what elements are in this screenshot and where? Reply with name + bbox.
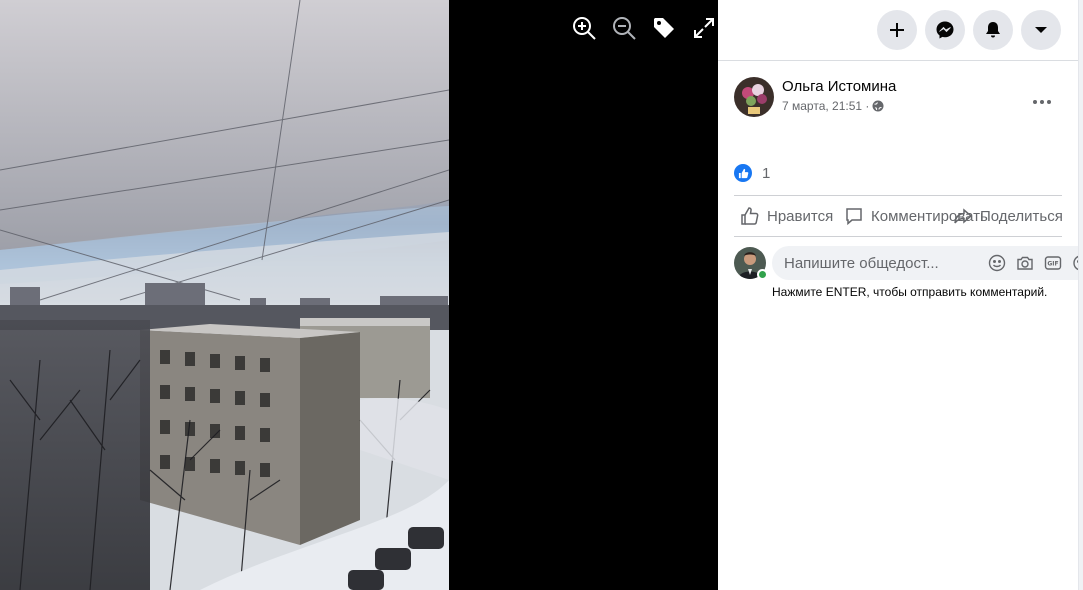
fullscreen-icon[interactable]: [690, 14, 718, 42]
post-options-button[interactable]: [1028, 88, 1056, 116]
scrollbar[interactable]: [1078, 0, 1083, 590]
tag-icon[interactable]: [650, 14, 678, 42]
messenger-icon: [936, 21, 954, 39]
comment-input[interactable]: [784, 254, 983, 272]
author-name[interactable]: Ольга Истомина: [782, 78, 896, 95]
top-navigation: [718, 0, 1078, 61]
share-label: Поделиться: [980, 207, 1063, 225]
share-icon: [954, 208, 973, 224]
like-reaction-icon: [734, 164, 752, 182]
comment-icon: [846, 208, 862, 226]
thumbs-up-icon: [741, 207, 759, 225]
current-user-avatar[interactable]: [734, 247, 768, 280]
post-header: Ольга Истомина 7 марта, 21:51 ·: [718, 61, 1078, 141]
photo-button[interactable]: [1011, 249, 1039, 277]
reaction-count: 1: [762, 164, 771, 182]
gif-button[interactable]: GIF: [1039, 249, 1067, 277]
post-actions: Нравится Комментировать Поделиться: [734, 196, 1074, 236]
divider: [734, 236, 1062, 237]
emoji-button[interactable]: [983, 249, 1011, 277]
online-status-indicator: [757, 269, 768, 280]
create-button[interactable]: [877, 10, 917, 50]
author-avatar[interactable]: [734, 77, 774, 117]
comment-input-box: GIF: [772, 246, 1083, 280]
more-horizontal-icon: [1033, 100, 1051, 104]
like-button[interactable]: Нравится: [740, 206, 833, 226]
emoji-icon: [988, 254, 1006, 272]
viewer-toolbar: [570, 14, 718, 42]
zoom-in-icon[interactable]: [570, 14, 598, 42]
globe-icon: [872, 100, 884, 112]
svg-text:GIF: GIF: [1047, 261, 1058, 268]
caret-down-icon: [1035, 27, 1047, 33]
photo-viewer: [0, 0, 718, 590]
post-photo[interactable]: [0, 0, 449, 590]
like-label: Нравится: [767, 207, 834, 225]
plus-icon: [890, 23, 904, 37]
bell-icon: [986, 22, 1000, 38]
share-button[interactable]: Поделиться: [953, 206, 1063, 226]
zoom-out-icon[interactable]: [610, 14, 638, 42]
comment-composer: GIF: [734, 246, 1083, 280]
post-side-panel: Ольга Истомина 7 марта, 21:51 · 1 Нравит…: [718, 0, 1083, 590]
post-meta: 7 марта, 21:51 ·: [782, 99, 884, 113]
account-menu-button[interactable]: [1021, 10, 1061, 50]
gif-icon: GIF: [1044, 256, 1062, 270]
messenger-button[interactable]: [925, 10, 965, 50]
notifications-button[interactable]: [973, 10, 1013, 50]
post-date[interactable]: 7 марта, 21:51 ·: [782, 99, 869, 113]
camera-icon: [1017, 256, 1033, 270]
comment-hint: Нажмите ENTER, чтобы отправить комментар…: [772, 285, 1048, 299]
reactions-summary[interactable]: 1: [734, 164, 770, 182]
